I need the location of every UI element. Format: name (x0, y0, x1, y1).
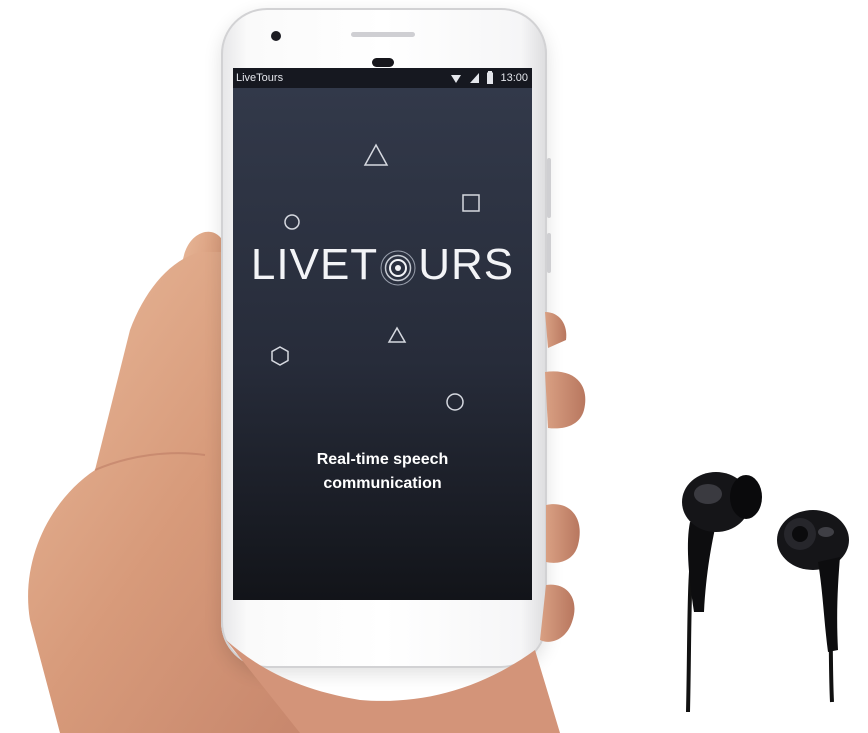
product-scene: LiveTours 13:00 LIVET URS Real-time spee… (0, 0, 868, 733)
earbuds-icon (682, 472, 849, 712)
